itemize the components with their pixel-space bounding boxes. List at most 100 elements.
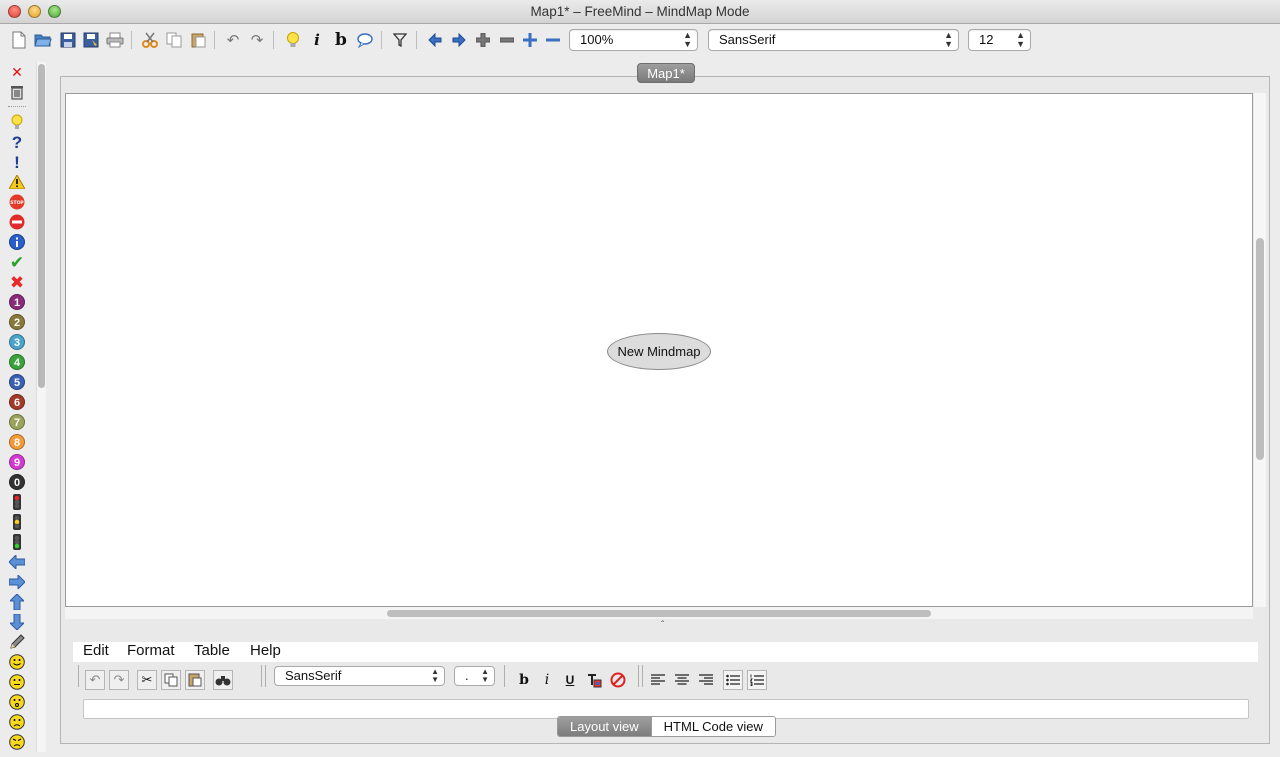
trash-icon[interactable] xyxy=(7,82,27,102)
number-9-icon[interactable]: 9 xyxy=(7,452,27,472)
editor-paste-icon[interactable] xyxy=(185,670,205,690)
scrollbar-thumb[interactable] xyxy=(1256,238,1264,460)
number-4-icon[interactable]: 4 xyxy=(7,352,27,372)
editor-font-size-select[interactable]: . ▲ ▼ xyxy=(454,666,495,686)
align-center-icon[interactable] xyxy=(672,670,692,690)
smiley-happy-icon[interactable] xyxy=(7,652,27,672)
number-6-icon[interactable]: 6 xyxy=(7,392,27,412)
scrollbar-thumb[interactable] xyxy=(38,64,45,388)
icon-toolbar-scrollbar[interactable] xyxy=(36,62,46,752)
zoom-value: 100% xyxy=(580,32,614,47)
map-vertical-scrollbar[interactable] xyxy=(1254,93,1266,607)
html-code-view-button[interactable]: HTML Code view xyxy=(650,717,775,736)
cross-icon[interactable]: ✖ xyxy=(7,272,27,292)
tab-map1[interactable]: Map1* xyxy=(637,63,695,83)
menu-table[interactable]: Table xyxy=(194,642,230,659)
arrow-left-icon[interactable] xyxy=(7,552,27,572)
number-5-icon[interactable]: 5 xyxy=(7,372,27,392)
stop-sign-icon[interactable]: STOP xyxy=(7,192,27,212)
scrollbar-thumb[interactable] xyxy=(387,610,931,617)
warning-icon[interactable] xyxy=(7,172,27,192)
editor-copy-icon[interactable] xyxy=(161,670,181,690)
copy-icon[interactable] xyxy=(163,29,185,51)
number-8-icon[interactable]: 8 xyxy=(7,432,27,452)
new-map-icon[interactable] xyxy=(8,29,30,51)
map-pane: Map1* New Mindmap ˆ Edit Format Table He… xyxy=(60,63,1270,744)
editor-font-family-value: SansSerif xyxy=(285,668,342,683)
mindmap-canvas[interactable]: New Mindmap xyxy=(65,93,1253,607)
editor-clear-format-icon[interactable] xyxy=(608,670,628,690)
save-icon[interactable] xyxy=(57,29,79,51)
arrow-back-icon[interactable] xyxy=(424,29,446,51)
remove-minus-icon[interactable] xyxy=(496,29,518,51)
redo-icon[interactable]: ↷ xyxy=(246,29,268,51)
italic-icon[interactable]: i xyxy=(306,29,328,51)
paste-icon[interactable] xyxy=(187,29,209,51)
zoom-select[interactable]: 100% ▲ ▼ xyxy=(569,29,698,51)
info-icon[interactable] xyxy=(7,232,27,252)
menu-help[interactable]: Help xyxy=(250,642,281,659)
traffic-light-green-icon[interactable] xyxy=(7,532,27,552)
number-7-icon[interactable]: 7 xyxy=(7,412,27,432)
chevron-updown-icon: ▲ ▼ xyxy=(944,30,953,49)
open-folder-icon[interactable] xyxy=(32,29,54,51)
zoom-in-plus-icon[interactable] xyxy=(519,29,541,51)
editor-find-binoculars-icon[interactable] xyxy=(213,670,233,690)
arrow-down-icon[interactable] xyxy=(7,612,27,632)
number-2-icon[interactable]: 2 xyxy=(7,312,27,332)
split-collapse-icon[interactable]: ˆ xyxy=(661,620,664,631)
add-child-plus-icon[interactable] xyxy=(472,29,494,51)
editor-redo-icon[interactable]: ↷ xyxy=(109,670,129,690)
editor-font-family-select[interactable]: SansSerif ▲ ▼ xyxy=(274,666,445,686)
font-family-select[interactable]: SansSerif ▲ ▼ xyxy=(708,29,959,51)
exclamation-icon[interactable]: ! xyxy=(7,152,27,172)
print-icon[interactable] xyxy=(104,29,126,51)
question-icon[interactable]: ? xyxy=(7,132,27,152)
smiley-sad-icon[interactable] xyxy=(7,712,27,732)
zoom-out-minus-icon[interactable] xyxy=(542,29,564,51)
editor-text-color-icon[interactable] xyxy=(584,670,604,690)
editor-cut-icon[interactable]: ✂ xyxy=(137,670,157,690)
bullet-list-icon[interactable] xyxy=(723,670,743,690)
editor-bold-button[interactable]: b xyxy=(514,670,534,690)
no-entry-icon[interactable] xyxy=(7,212,27,232)
traffic-light-yellow-icon[interactable] xyxy=(7,512,27,532)
filter-icon[interactable] xyxy=(389,29,411,51)
arrow-forward-icon[interactable] xyxy=(448,29,470,51)
editor-italic-button[interactable]: i xyxy=(537,670,557,690)
smiley-angry-icon[interactable] xyxy=(7,732,27,752)
layout-view-button[interactable]: Layout view xyxy=(558,717,651,736)
map-horizontal-scrollbar[interactable] xyxy=(65,607,1253,619)
menu-edit[interactable]: Edit xyxy=(83,642,109,659)
idea-bulb-icon[interactable] xyxy=(282,29,304,51)
idea-bulb-icon[interactable] xyxy=(7,112,27,132)
toolbar-separator xyxy=(273,31,274,49)
editor-undo-icon[interactable]: ↶ xyxy=(85,670,105,690)
editor-underline-button[interactable]: U xyxy=(560,670,580,690)
cut-icon[interactable] xyxy=(139,29,161,51)
smiley-neutral-icon[interactable] xyxy=(7,672,27,692)
root-node[interactable]: New Mindmap xyxy=(607,333,711,370)
number-1-icon[interactable]: 1 xyxy=(7,292,27,312)
align-right-icon[interactable] xyxy=(696,670,716,690)
number-3-icon[interactable]: 3 xyxy=(7,332,27,352)
traffic-light-red-icon[interactable] xyxy=(7,492,27,512)
editor-toolbar-separator xyxy=(638,665,639,687)
smiley-oh-icon[interactable] xyxy=(7,692,27,712)
undo-icon[interactable]: ↶ xyxy=(222,29,244,51)
remove-last-icon[interactable]: ✕ xyxy=(7,62,27,82)
arrow-right-icon[interactable] xyxy=(7,572,27,592)
numbered-list-icon[interactable] xyxy=(747,670,767,690)
save-as-icon[interactable] xyxy=(80,29,102,51)
menu-format[interactable]: Format xyxy=(127,642,175,659)
align-left-icon[interactable] xyxy=(648,670,668,690)
arrow-up-icon[interactable] xyxy=(7,592,27,612)
pencil-icon[interactable] xyxy=(7,632,27,652)
font-size-select[interactable]: 12 ▲ ▼ xyxy=(968,29,1031,51)
bold-icon[interactable]: b xyxy=(330,29,352,51)
editor-toolbar-separator xyxy=(504,665,505,687)
checkmark-icon[interactable]: ✔ xyxy=(7,252,27,272)
number-0-icon[interactable]: 0 xyxy=(7,472,27,492)
main-toolbar: ↶ ↷ i b 100% ▲ ▼ SansSerif ▲ ▼ 12 ▲ ▼ xyxy=(0,25,1280,55)
cloud-bubble-icon[interactable] xyxy=(354,29,376,51)
